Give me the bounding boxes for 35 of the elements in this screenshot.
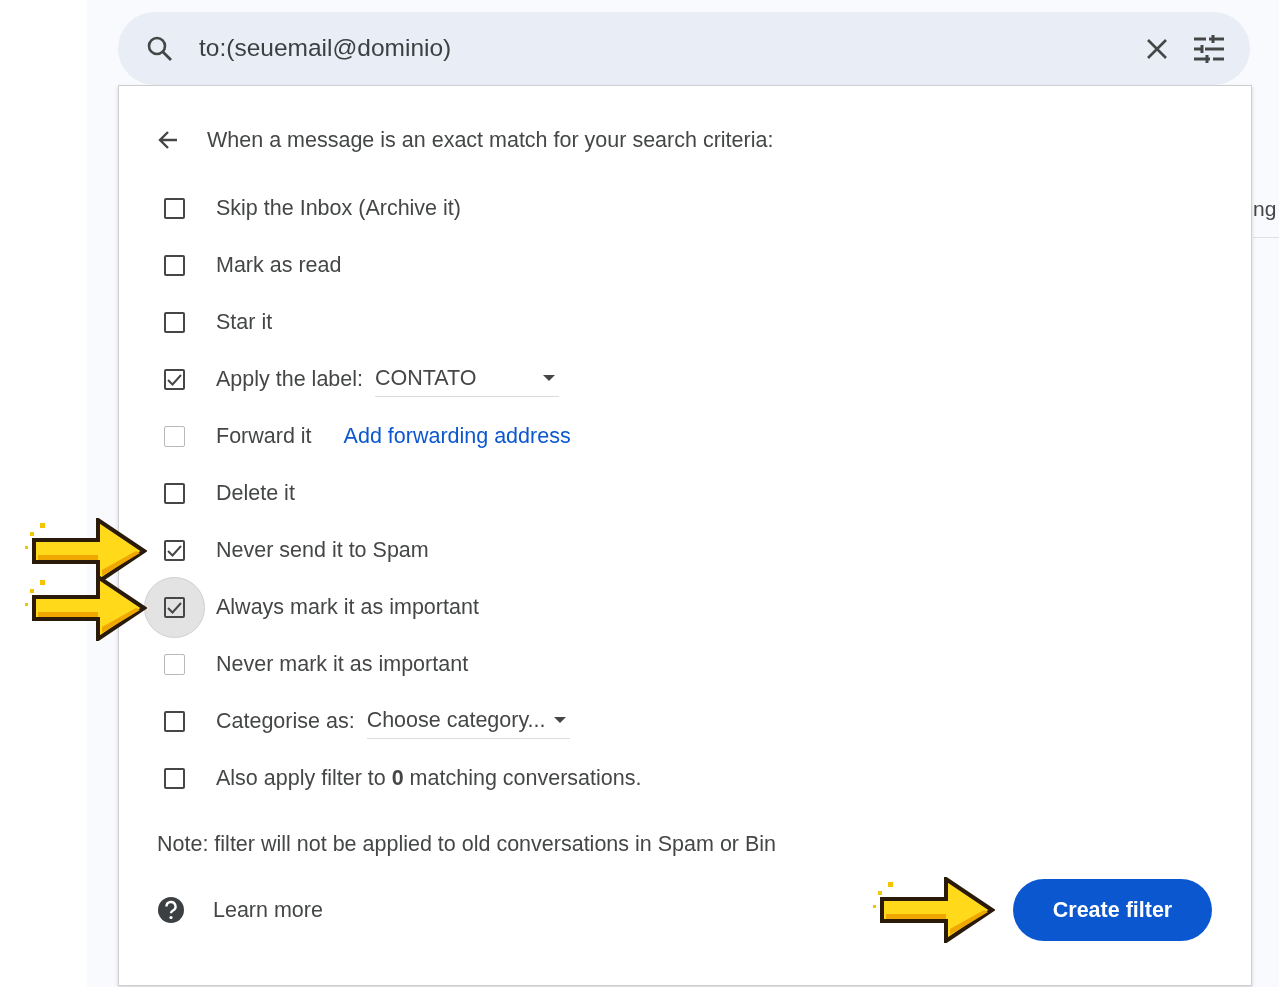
option-label: Categorise as: [216, 708, 355, 736]
caret-icon [553, 717, 566, 723]
filter-options-icon[interactable] [1194, 34, 1224, 63]
checkbox[interactable] [164, 198, 185, 219]
option-label: Always mark it as important [216, 594, 479, 622]
checkbox[interactable] [164, 711, 185, 732]
option-label: Delete it [216, 480, 295, 508]
option-label: Never mark it as important [216, 651, 469, 679]
option-label: Mark as read [216, 252, 342, 280]
checkbox[interactable] [164, 312, 185, 333]
search-query: to:(seuemail@dominio) [199, 33, 453, 64]
checkbox[interactable] [164, 369, 185, 390]
caret-icon [542, 375, 555, 381]
option-label: Forward it [216, 423, 312, 451]
panel-heading: When a message is an exact match for your search criteria: [207, 126, 774, 154]
note-text: Note: filter will not be applied to old conversations in Spam or Bin [157, 831, 778, 857]
dropdown[interactable]: Choose category... [366, 703, 570, 740]
checkbox[interactable] [164, 483, 185, 504]
option-label: Skip the Inbox (Archive it) [216, 195, 461, 223]
option-label: Star it [216, 309, 273, 337]
option-label: Apply the label: [216, 366, 363, 394]
learn-more-link[interactable]: Learn more [213, 893, 323, 927]
dropdown[interactable]: CONTATO [375, 361, 559, 398]
checkbox[interactable] [164, 768, 185, 789]
help-icon[interactable] [157, 896, 185, 924]
checkbox[interactable] [164, 540, 185, 561]
close-icon[interactable] [1146, 37, 1168, 60]
background-text: ng [1253, 196, 1277, 222]
checkbox[interactable] [164, 597, 185, 618]
checkbox[interactable] [164, 255, 185, 276]
option-label: Also apply filter to 0 matching conversations. [216, 765, 642, 793]
search-icon[interactable] [146, 35, 173, 62]
back-icon[interactable] [157, 129, 179, 151]
search-bar[interactable]: to:(seuemail@dominio) [118, 12, 1250, 85]
option-label: Never send it to Spam [216, 537, 429, 565]
